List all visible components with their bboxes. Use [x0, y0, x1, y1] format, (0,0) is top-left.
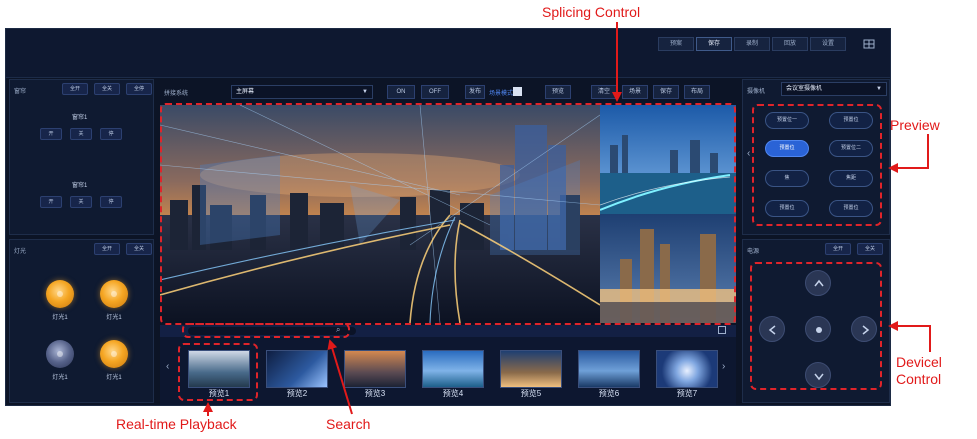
search-arrow: [327, 339, 353, 415]
preview-arrow: [888, 134, 929, 173]
device-control-arrow: [888, 321, 931, 352]
annotation-arrows: [203, 22, 931, 416]
